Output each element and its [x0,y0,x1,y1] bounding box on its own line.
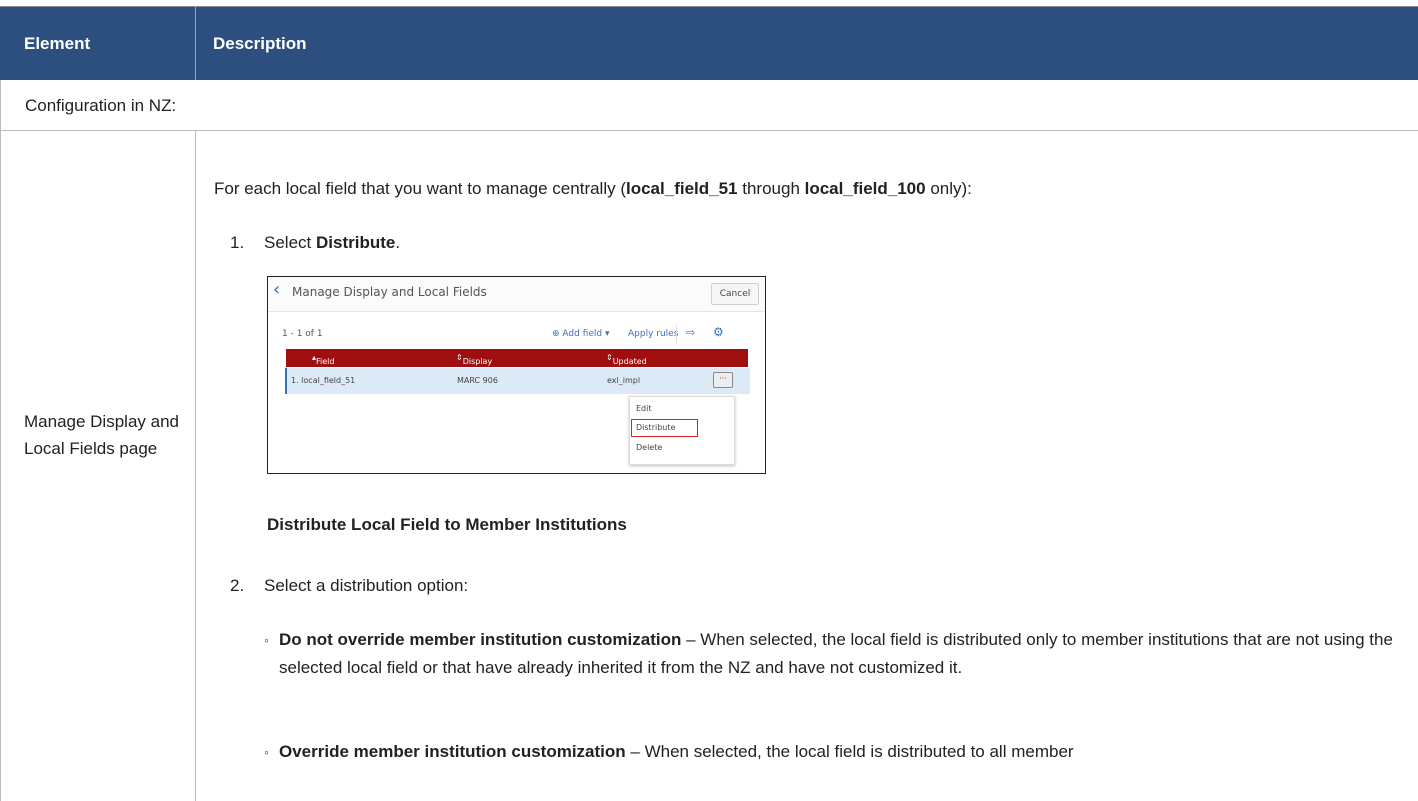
row-actions-menu: Edit Distribute Delete [629,396,735,465]
add-field-button[interactable]: ⊕ Add field ▾ [552,329,610,339]
menu-item-distribute[interactable]: Distribute [636,423,675,432]
gear-icon[interactable]: ⚙ [713,325,724,339]
menu-item-delete[interactable]: Delete [636,443,662,452]
table-header-row: ▴ Field ⇕ Display label ⇕ Updated by [286,349,748,375]
column-divider [195,131,196,801]
menu-item-edit[interactable]: Edit [636,404,652,413]
step-2: 2. Select a distribution option: [230,576,469,595]
column-header-updated-by[interactable]: ⇕ Updated by [606,353,647,375]
row-actions-button[interactable]: ··· [713,372,733,388]
column-header-field[interactable]: ▴ Field [312,353,334,366]
embedded-screenshot: ‹ Manage Display and Local Fields Cancel… [267,276,766,474]
section-row: Configuration in NZ: [0,80,1418,131]
step-1: 1. Select Distribute. [230,233,401,252]
screenshot-title: Manage Display and Local Fields [292,285,487,299]
header-element: Element [0,7,196,80]
plus-circle-icon: ⊕ [552,329,563,339]
caret-down-icon: ▾ [602,329,610,339]
bullet-item: ◦ Do not override member institution cus… [264,630,1393,677]
export-icon[interactable]: ⇨ [686,326,695,339]
cancel-button[interactable]: Cancel [711,283,759,305]
table-header: Element Description [0,6,1418,80]
chevron-left-icon[interactable]: ‹ [273,279,280,300]
document-page: Element Description Configuration in NZ:… [0,0,1418,801]
column-header-display-label[interactable]: ⇕ Display label [456,353,492,375]
cell-display-label: MARC 906 [457,376,498,385]
element-label: Manage Display and Local Fields page [24,412,179,458]
table-row[interactable]: 1. local_field_51 MARC 906 exl_impl ··· [285,368,750,394]
bullet-item: ◦ Override member institution customizat… [264,742,1074,761]
screenshot-topbar: ‹ Manage Display and Local Fields Cancel [268,277,765,312]
cell-field: 1. local_field_51 [291,376,356,385]
header-description: Description [213,34,307,53]
cell-updated-by: exl_impl [607,376,641,385]
apply-rules-button[interactable]: Apply rules [628,329,678,339]
left-border [0,131,1,801]
result-count: 1 - 1 of 1 [282,329,323,339]
toolbar-divider [676,325,677,343]
figure-caption: Distribute Local Field to Member Institu… [267,515,627,534]
intro-paragraph: For each local field that you want to ma… [214,179,972,198]
